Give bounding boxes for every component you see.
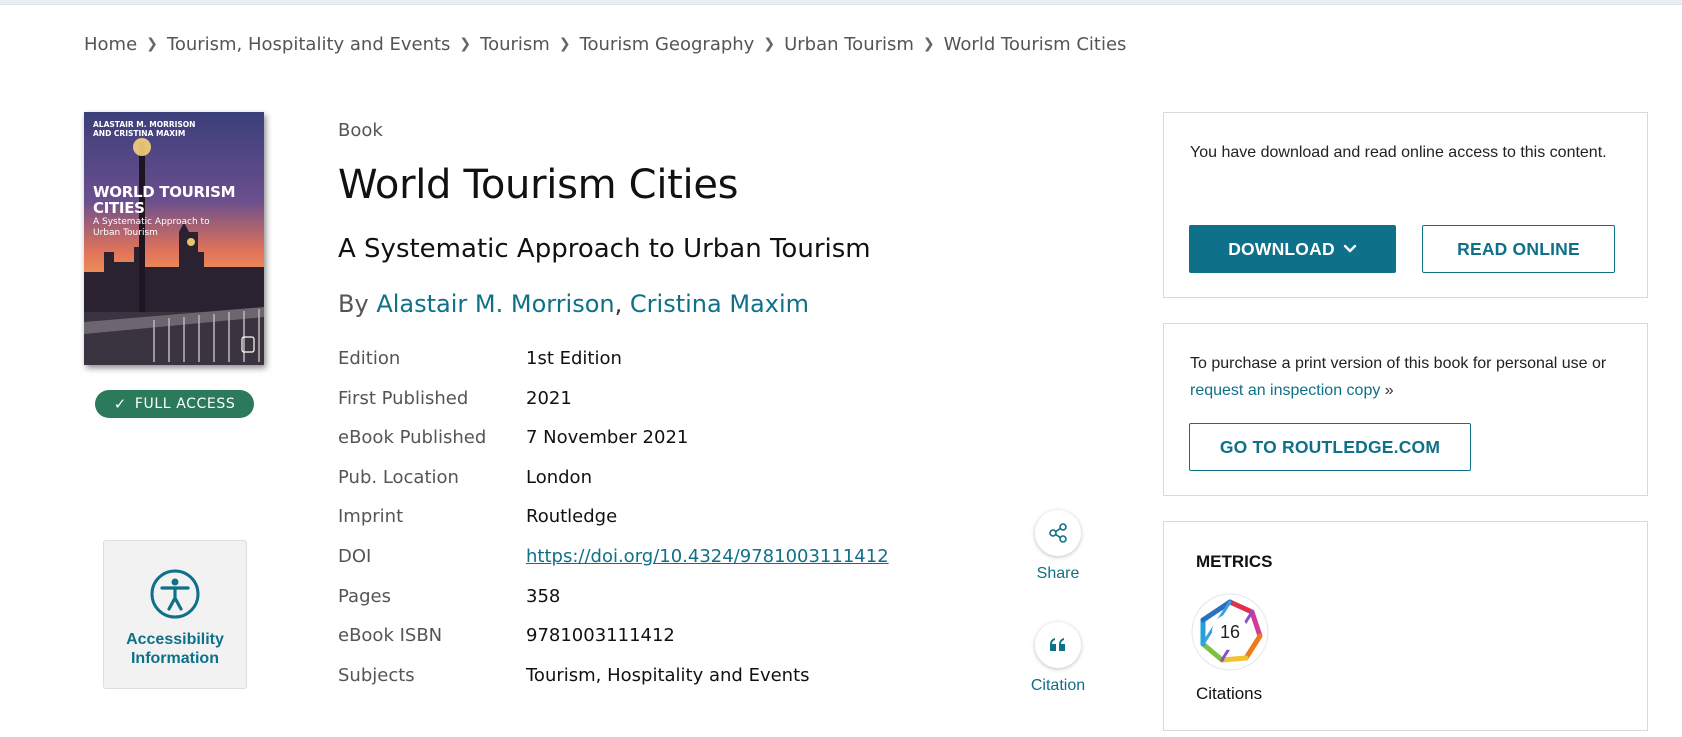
doi-link[interactable]: https://doi.org/10.4324/9781003111412 — [526, 546, 889, 567]
purchase-text: To purchase a print version of this book… — [1190, 350, 1610, 404]
meta-key: eBook Published — [338, 427, 487, 449]
book-subtitle: A Systematic Approach to Urban Tourism — [338, 234, 871, 264]
book-metadata-table: Edition 1st Edition First Published 2021 e… — [338, 348, 889, 704]
meta-value: 358 — [526, 585, 561, 607]
breadcrumb-home[interactable]: Home — [84, 34, 137, 55]
book-cover: ALASTAIR M. MORRISON AND CRISTINA MAXIM … — [84, 112, 264, 365]
meta-row-doi: DOI https://doi.org/10.4324/9781003111412 — [338, 546, 889, 586]
citation-button[interactable]: Citation — [1013, 622, 1103, 695]
author-link-maxim[interactable]: Cristina Maxim — [630, 290, 809, 318]
meta-value: 1st Edition — [526, 348, 622, 369]
meta-key: First Published — [338, 387, 469, 409]
content-type-label: Book — [338, 120, 383, 141]
download-button[interactable]: DOWNLOAD — [1189, 225, 1396, 273]
citation-label: Citation — [1030, 677, 1086, 694]
cover-authors: ALASTAIR M. MORRISON AND CRISTINA MAXIM — [93, 120, 196, 138]
citations-count: 16 — [1219, 621, 1241, 642]
author-link-morrison[interactable]: Alastair M. Morrison — [376, 290, 614, 318]
meta-row-imprint: Imprint Routledge — [338, 506, 889, 546]
meta-key: Subjects — [338, 664, 415, 686]
share-icon — [1049, 523, 1067, 543]
meta-key: Pub. Location — [338, 466, 459, 488]
breadcrumb-urban-tourism[interactable]: Urban Tourism — [784, 34, 914, 55]
dimensions-badge[interactable]: 16 — [1190, 592, 1270, 672]
breadcrumb-tourism-hospitality-events[interactable]: Tourism, Hospitality and Events — [167, 34, 451, 55]
cover-subtitle: A Systematic Approach to Urban Tourism — [93, 217, 210, 238]
quote-icon — [1050, 638, 1065, 651]
chevron-right-icon: ❯ — [146, 35, 158, 52]
download-label: DOWNLOAD — [1228, 238, 1335, 259]
meta-value: London — [526, 466, 592, 488]
meta-row-edition: Edition 1st Edition — [338, 348, 889, 388]
access-panel: You have download and read online access… — [1163, 112, 1648, 298]
meta-row-subjects: Subjects Tourism, Hospitality and Events — [338, 665, 889, 705]
author-separator: , — [614, 290, 623, 318]
meta-value: 7 November 2021 — [526, 427, 689, 449]
accessibility-information-button[interactable]: Accessibility Information — [103, 540, 247, 689]
breadcrumb-tourism-geography[interactable]: Tourism Geography — [580, 34, 755, 55]
page-title: World Tourism Cities — [338, 162, 739, 208]
meta-row-first-published: First Published 2021 — [338, 388, 889, 428]
chevron-right-icon: ❯ — [459, 35, 472, 52]
double-chevron-right-icon: » — [1384, 382, 1394, 399]
citation-circle — [1035, 622, 1081, 668]
read-online-button[interactable]: READ ONLINE — [1422, 225, 1615, 273]
breadcrumb: Home ❯ Tourism, Hospitality and Events ❯… — [84, 34, 1126, 55]
accessibility-label: Accessibility Information — [126, 631, 224, 667]
byline: By Alastair M. Morrison, Cristina Maxim — [338, 290, 809, 318]
breadcrumb-tourism[interactable]: Tourism — [480, 34, 550, 55]
purchase-panel: To purchase a print version of this book… — [1163, 323, 1648, 496]
chevron-right-icon: ❯ — [763, 35, 776, 52]
purchase-text-body: To purchase a print version of this book… — [1190, 355, 1607, 372]
meta-key: Edition — [338, 348, 401, 369]
meta-value: 2021 — [526, 387, 572, 409]
metrics-heading: METRICS — [1196, 552, 1273, 571]
top-border — [0, 0, 1682, 5]
metrics-panel: METRICS 16 Citations — [1163, 521, 1648, 731]
share-button[interactable]: Share — [1013, 510, 1103, 583]
accessibility-icon — [150, 569, 200, 619]
full-access-label: FULL ACCESS — [134, 396, 236, 412]
meta-key: DOI — [338, 545, 372, 567]
access-text: You have download and read online access… — [1190, 144, 1607, 161]
meta-row-pages: Pages 358 — [338, 586, 889, 626]
meta-key: Imprint — [338, 506, 404, 528]
cover-title: WORLD TOURISM CITIES — [93, 183, 236, 217]
meta-key: Pages — [338, 585, 391, 607]
breadcrumb-current: World Tourism Cities — [943, 34, 1127, 55]
share-circle — [1035, 510, 1081, 556]
citations-label: Citations — [1196, 684, 1263, 703]
meta-key: eBook ISBN — [338, 625, 443, 647]
meta-row-ebook-isbn: eBook ISBN 9781003111412 — [338, 625, 889, 665]
meta-value: 9781003111412 — [526, 625, 675, 647]
byline-prefix: By — [338, 290, 369, 318]
meta-row-pub-location: Pub. Location London — [338, 467, 889, 507]
chevron-right-icon: ❯ — [558, 35, 571, 52]
chevron-right-icon: ❯ — [922, 35, 935, 52]
share-label: Share — [1036, 565, 1080, 582]
inspection-copy-link[interactable]: request an inspection copy — [1190, 382, 1380, 399]
go-to-routledge-button[interactable]: GO TO ROUTLEDGE.COM — [1189, 423, 1471, 471]
full-access-badge: ✓ FULL ACCESS — [95, 390, 254, 418]
chevron-down-icon — [1343, 244, 1356, 253]
checkmark-icon: ✓ — [113, 395, 127, 413]
meta-value: Routledge — [526, 506, 618, 528]
meta-row-ebook-published: eBook Published 7 November 2021 — [338, 427, 889, 467]
meta-value: Tourism, Hospitality and Events — [526, 664, 810, 686]
